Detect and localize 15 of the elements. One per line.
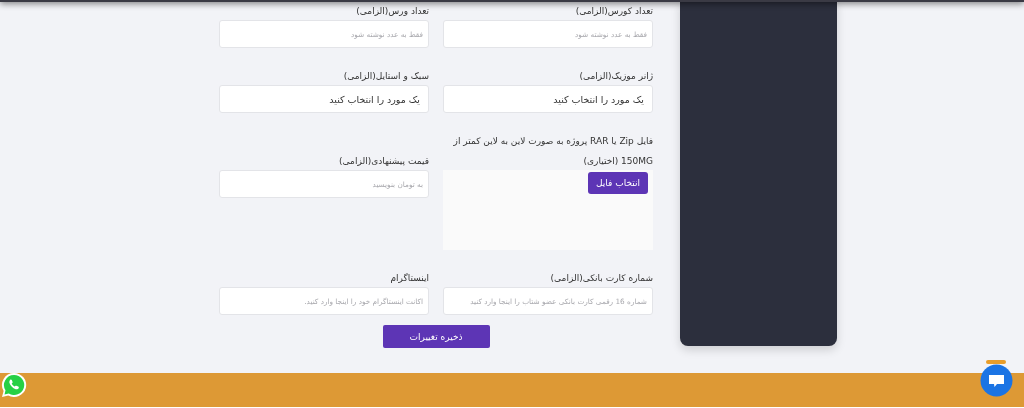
select-field[interactable]: یک مورد را انتخاب کنید bbox=[219, 85, 429, 113]
field-label: ژانر موزیک(الزامی) bbox=[578, 70, 653, 83]
save-button[interactable]: ذخیره تغییرات bbox=[382, 325, 490, 348]
whatsapp-icon[interactable] bbox=[0, 371, 28, 399]
field-label: سبک و استایل(الزامی) bbox=[342, 70, 429, 83]
field-label: شماره کارت بانکی(الزامی) bbox=[549, 272, 653, 285]
field-label: اینستاگرام bbox=[389, 272, 429, 285]
chat-icon[interactable] bbox=[980, 364, 1013, 397]
field-label: تعداد کورس(الزامی) bbox=[574, 5, 653, 18]
field-label: فایل Zip یا RAR پروژه به صورت لاین به لاین کمتر از 150MG (اختیاری) bbox=[452, 135, 653, 168]
field-label: قیمت پیشنهادی(الزامی) bbox=[338, 155, 429, 168]
select-field[interactable]: یک مورد را انتخاب کنید bbox=[443, 85, 653, 113]
choose-file-button[interactable]: انتخاب فایل bbox=[588, 172, 648, 194]
field-label: تعداد ورس(الزامی) bbox=[355, 5, 429, 18]
scroll-tab[interactable] bbox=[986, 360, 1006, 364]
